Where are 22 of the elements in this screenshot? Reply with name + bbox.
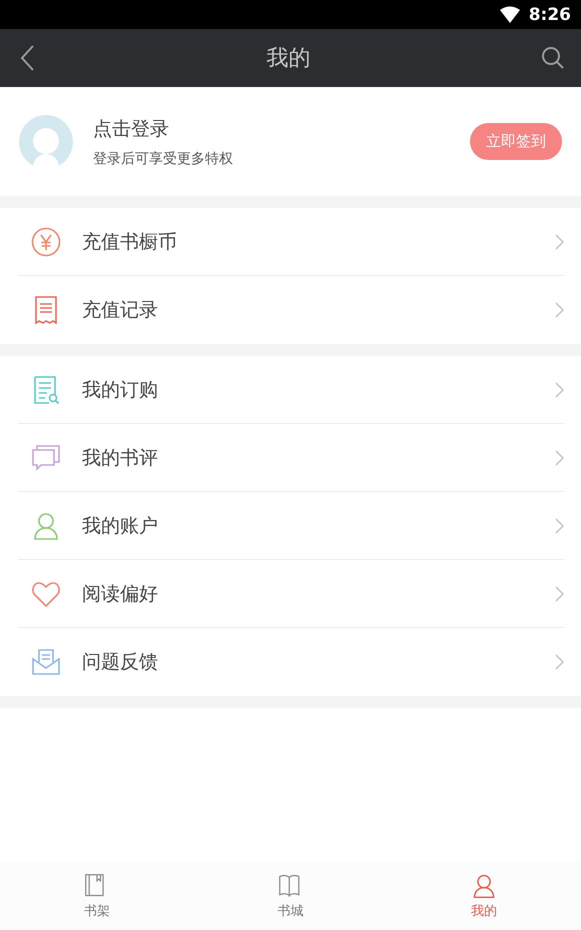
- menu-item[interactable]: 我的书评: [18, 424, 564, 492]
- avatar-placeholder: [19, 114, 73, 168]
- page-title: 我的: [266, 45, 310, 73]
- clock-time: 8:26: [528, 4, 571, 24]
- chevron-right-icon: [554, 518, 564, 534]
- menu-item[interactable]: 阅读偏好: [18, 560, 564, 628]
- chevron-right-icon: [554, 234, 564, 250]
- chevron-right-icon: [554, 586, 564, 602]
- menu-item[interactable]: 充值书橱币: [18, 208, 564, 276]
- nav-tab[interactable]: 书架: [0, 862, 194, 930]
- menu-item[interactable]: 问题反馈: [18, 628, 564, 696]
- menu-item[interactable]: 我的订购: [18, 356, 564, 424]
- menu-item[interactable]: 我的账户: [18, 492, 564, 560]
- chevron-right-icon: [554, 654, 564, 670]
- login-hint: 登录后可享受更多特权: [93, 150, 234, 168]
- login-link[interactable]: 点击登录: [93, 116, 470, 142]
- chevron-right-icon: [554, 382, 564, 398]
- menu-item[interactable]: 充值记录: [18, 276, 564, 344]
- chevron-right-icon: [554, 302, 564, 318]
- chevron-right-icon: [554, 450, 564, 466]
- wifi-icon: [498, 6, 521, 24]
- nav-tab[interactable]: 书城: [194, 862, 388, 930]
